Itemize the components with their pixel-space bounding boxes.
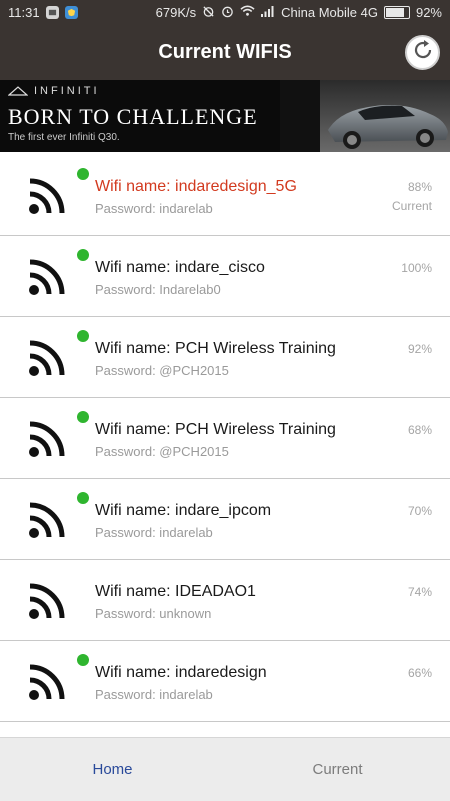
network-speed: 679K/s <box>155 5 197 20</box>
wifi-name: Wifi name: indare_ipcom <box>95 502 272 519</box>
carrier-name: China Mobile 4G <box>281 5 378 20</box>
battery-percent: 92% <box>415 5 442 20</box>
signal-strength: 66% <box>407 666 432 680</box>
app-header: Current WIFIS <box>0 25 450 80</box>
signal-strength: 100% <box>401 261 432 275</box>
online-status-dot <box>77 411 89 423</box>
wifi-list-item[interactable]: Wifi name: PCH Wireless Training Password… <box>0 317 450 398</box>
wifi-list-item[interactable]: Wifi name: indaredesign_5G Password: inda… <box>0 155 450 236</box>
wifi-password: Password: @PCH2015 <box>95 444 229 459</box>
wifi-password: Password: indarelab <box>95 525 213 540</box>
signal-strength: 88% <box>407 180 432 194</box>
wifi-list-item[interactable]: Wifi name: indaredesign Password: indarel… <box>0 641 450 722</box>
wifi-status-icon <box>240 5 255 20</box>
wifi-name: Wifi name: indare_cisco <box>95 259 265 276</box>
wifi-signal-icon <box>28 582 66 620</box>
wifi-list: Wifi name: indaredesign_5G Password: inda… <box>0 155 450 722</box>
online-status-dot <box>77 330 89 342</box>
status-bar: 11:31 679K/s China Mobile 4G 92% <box>0 0 450 25</box>
page-title: Current WIFIS <box>158 41 292 63</box>
wifi-name: Wifi name: indaredesign <box>95 664 267 681</box>
alarm-clock-icon <box>221 5 234 21</box>
online-status-dot <box>77 249 89 261</box>
ad-banner[interactable]: INFINITI BORN TO CHALLENGE The first eve… <box>0 80 450 152</box>
signal-strength: 68% <box>407 423 432 437</box>
online-status-dot <box>77 654 89 666</box>
signal-strength: 70% <box>407 504 432 518</box>
wifi-signal-icon <box>28 177 66 215</box>
notification-app-icon <box>45 6 59 19</box>
wifi-list-item[interactable]: Wifi name: indare_cisco Password: Indarel… <box>0 236 450 317</box>
wifi-signal-icon <box>28 258 66 296</box>
ad-brand: INFINITI <box>8 85 100 97</box>
tab-home[interactable]: Home <box>0 738 225 801</box>
notification-shield-icon <box>64 6 78 19</box>
tab-current[interactable]: Current <box>225 738 450 801</box>
infiniti-logo-icon <box>8 86 28 96</box>
battery-fill <box>385 8 404 17</box>
ad-headline: BORN TO CHALLENGE <box>8 104 258 129</box>
bottom-tab-bar: Home Current <box>0 737 450 801</box>
wifi-password: Password: Indarelab0 <box>95 282 221 297</box>
wifi-password: Password: unknown <box>95 606 212 621</box>
status-time: 11:31 <box>8 5 40 20</box>
online-status-dot <box>77 492 89 504</box>
wifi-signal-icon <box>28 339 66 377</box>
connection-status: Current <box>391 199 432 213</box>
wifi-list-item[interactable]: Wifi name: IDEADAO1 Password: unknown 74% <box>0 560 450 641</box>
status-right: 679K/s China Mobile 4G 92% <box>156 0 442 25</box>
wifi-signal-icon <box>28 501 66 539</box>
wifi-password: Password: @PCH2015 <box>95 363 229 378</box>
wifi-name: Wifi name: IDEADAO1 <box>95 583 256 600</box>
car-image-icon <box>280 80 450 152</box>
battery-icon <box>383 6 410 19</box>
signal-strength: 74% <box>407 585 432 599</box>
online-status-dot <box>77 168 89 180</box>
refresh-button[interactable] <box>405 35 440 70</box>
wifi-signal-icon <box>28 663 66 701</box>
alarm-off-icon <box>202 5 215 21</box>
wifi-list-item[interactable]: Wifi name: indare_ipcom Password: indarel… <box>0 479 450 560</box>
wifi-signal-icon <box>28 420 66 458</box>
wifi-password: Password: indarelab <box>95 201 213 216</box>
cell-signal-icon <box>261 5 275 20</box>
ad-brand-text: INFINITI <box>34 85 100 97</box>
signal-strength: 92% <box>407 342 432 356</box>
wifi-list-item[interactable]: Wifi name: PCH Wireless Training Password… <box>0 398 450 479</box>
wifi-name: Wifi name: indaredesign_5G <box>95 178 297 195</box>
refresh-icon <box>411 38 435 67</box>
ad-subtext: The first ever Infiniti Q30. <box>8 132 120 143</box>
wifi-name: Wifi name: PCH Wireless Training <box>95 340 336 357</box>
wifi-password: Password: indarelab <box>95 687 213 702</box>
wifi-name: Wifi name: PCH Wireless Training <box>95 421 336 438</box>
